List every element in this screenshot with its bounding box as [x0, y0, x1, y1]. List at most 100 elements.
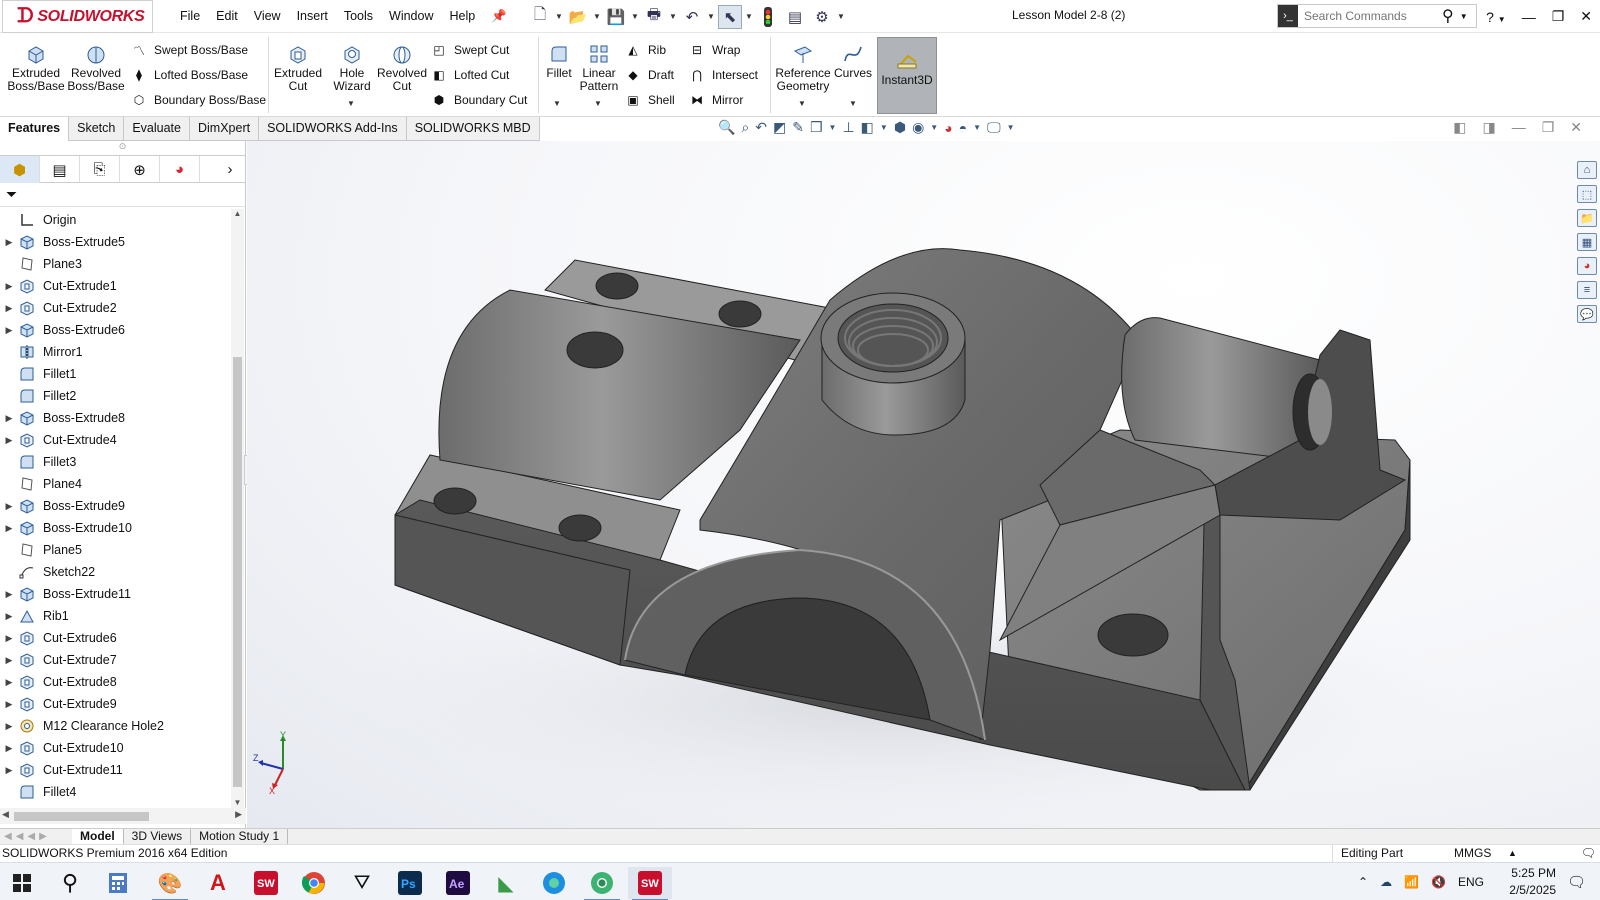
scroll-left-icon[interactable]: ◀: [2, 809, 9, 820]
tree-item[interactable]: Mirror1: [0, 341, 229, 363]
expand-arrow-icon[interactable]: ▶: [0, 721, 18, 732]
tree-item[interactable]: ▶ Boss-Extrude11: [0, 583, 229, 605]
dimxpertmanager-tab-icon[interactable]: ⊕: [120, 156, 160, 183]
filter-icon[interactable]: ⏷: [0, 183, 245, 207]
menu-insert[interactable]: Insert: [289, 0, 336, 33]
file-explorer-icon[interactable]: 📁: [1577, 209, 1597, 227]
expand-arrow-icon[interactable]: ▶: [0, 677, 18, 688]
tree-item[interactable]: ▶ Rib1: [0, 605, 229, 627]
undo-dropdown-icon[interactable]: ▼: [707, 12, 715, 21]
hole-wizard-dropdown-icon[interactable]: ▼: [347, 99, 355, 108]
configurationmanager-tab-icon[interactable]: ⎘: [80, 156, 120, 183]
search-icon[interactable]: ⚲: [1442, 6, 1454, 26]
view-orientation-icon[interactable]: ❒: [810, 119, 823, 136]
monitor-display-icon[interactable]: 🖵: [987, 119, 1001, 136]
tree-item[interactable]: Plane4: [0, 473, 229, 495]
expand-arrow-icon[interactable]: ▶: [0, 237, 18, 248]
select-dropdown-icon[interactable]: ▼: [745, 12, 753, 21]
minimize-icon[interactable]: —: [1522, 9, 1536, 25]
help-button[interactable]: ? ▼: [1486, 9, 1506, 25]
propertymanager-tab-icon[interactable]: ▤: [40, 156, 80, 183]
expand-arrow-icon[interactable]: ▶: [0, 523, 18, 534]
revolved-boss-button[interactable]: Revolved Boss/Base: [67, 43, 125, 93]
swept-cut-button[interactable]: ◰ Swept Cut: [430, 39, 509, 61]
edit-appearance-icon[interactable]: ◉: [912, 119, 924, 136]
solidworks-resources-icon[interactable]: ⌂: [1577, 161, 1597, 179]
menu-tools[interactable]: Tools: [336, 0, 381, 33]
tree-item[interactable]: Fillet2: [0, 385, 229, 407]
units-up-arrow-icon[interactable]: ▲: [1508, 845, 1517, 862]
expand-arrow-icon[interactable]: ▶: [0, 655, 18, 666]
design-library-icon[interactable]: ⬚: [1577, 185, 1597, 203]
scene-dropdown-icon[interactable]: ▼: [973, 123, 981, 132]
volume-muted-icon[interactable]: 🔇: [1431, 875, 1446, 889]
after-effects-icon[interactable]: Ae: [436, 867, 480, 899]
print-icon[interactable]: 🖶: [642, 5, 666, 29]
tab-sketch[interactable]: Sketch: [69, 117, 125, 141]
open-dropdown-icon[interactable]: ▼: [593, 12, 601, 21]
search-input[interactable]: [1298, 9, 1438, 23]
view-settings-icon[interactable]: ◓: [959, 120, 967, 136]
extruded-cut-button[interactable]: Extruded Cut: [272, 43, 324, 93]
tab-mbd[interactable]: SOLIDWORKS MBD: [406, 117, 540, 141]
swept-boss-button[interactable]: 〽 Swept Boss/Base: [130, 39, 248, 61]
solidworks-logo[interactable]: ᗪ SOLIDWORKS: [2, 0, 153, 33]
tab-addins[interactable]: SOLIDWORKS Add-Ins: [259, 117, 407, 141]
tree-item[interactable]: ▶ Cut-Extrude6: [0, 627, 229, 649]
expand-arrow-icon[interactable]: ▶: [0, 325, 18, 336]
help-dropdown-icon[interactable]: ▼: [1498, 15, 1506, 24]
notifications-icon[interactable]: 🗨: [1567, 873, 1586, 891]
pin-icon[interactable]: 📌: [483, 0, 515, 33]
more-tabs-chevron-icon[interactable]: ›: [215, 156, 245, 183]
display-dropdown-icon[interactable]: ▼: [1007, 123, 1015, 132]
panel-grip-icon[interactable]: ⊙: [0, 141, 245, 155]
section-view-icon[interactable]: ◩: [773, 119, 786, 136]
featuremanager-tab-icon[interactable]: ⬢: [0, 156, 40, 183]
wrap-button[interactable]: ⊟ Wrap: [688, 39, 740, 61]
tree-item[interactable]: Plane5: [0, 539, 229, 561]
display-style-axis-icon[interactable]: ⊥: [842, 119, 854, 136]
view-orientation-dropdown-icon[interactable]: ▼: [829, 123, 837, 132]
menu-view[interactable]: View: [246, 0, 289, 33]
select-pointer-icon[interactable]: ⬉: [718, 4, 742, 29]
fillet-button[interactable]: Fillet: [542, 43, 576, 80]
expand-arrow-icon[interactable]: ▶: [0, 589, 18, 600]
scroll-up-icon[interactable]: ▲: [231, 209, 244, 218]
tab-scroll-arrows-icon[interactable]: ◀◀◀▶: [0, 831, 72, 842]
tree-item[interactable]: ▶ Cut-Extrude1: [0, 275, 229, 297]
viewport-tile-left-icon[interactable]: ◧: [1453, 119, 1466, 136]
view-palette-icon[interactable]: ▦: [1577, 233, 1597, 251]
acrobat-icon[interactable]: A: [196, 867, 240, 899]
scroll-down-icon[interactable]: ▼: [231, 798, 244, 807]
expand-arrow-icon[interactable]: ▶: [0, 765, 18, 776]
undo-icon[interactable]: ↶: [680, 5, 704, 29]
viewport-tile-right-icon[interactable]: ◨: [1482, 119, 1495, 136]
expand-arrow-icon[interactable]: ▶: [0, 501, 18, 512]
menu-file[interactable]: File: [172, 0, 208, 33]
options-dropdown-icon[interactable]: ▼: [837, 12, 845, 21]
menu-window[interactable]: Window: [381, 0, 441, 33]
tree-item[interactable]: ▶ Cut-Extrude2: [0, 297, 229, 319]
tree-item[interactable]: Sketch22: [0, 561, 229, 583]
displaymanager-tab-icon[interactable]: ◕: [160, 156, 200, 183]
curves-dropdown-icon[interactable]: ▼: [849, 99, 857, 108]
tree-item[interactable]: ▶ M12 Clearance Hole2: [0, 715, 229, 737]
tree-item[interactable]: ▶ Cut-Extrude10: [0, 737, 229, 759]
tree-item[interactable]: ▶ Cut-Extrude11: [0, 759, 229, 781]
tree-horizontal-scrollbar[interactable]: ◀ ▶: [0, 808, 246, 824]
file-properties-icon[interactable]: ▤: [783, 5, 807, 29]
hide-show-items-icon[interactable]: ⬢: [894, 119, 906, 136]
tray-network-badge-icon[interactable]: ☁: [1380, 875, 1392, 889]
tree-vertical-scrollbar[interactable]: ▲ ▼: [231, 209, 244, 809]
viewport-minimize-icon[interactable]: —: [1512, 119, 1526, 136]
search-taskbar-icon[interactable]: ⚲: [48, 867, 92, 899]
zoom-to-fit-icon[interactable]: 🔍: [718, 119, 735, 136]
instant3d-button[interactable]: Instant3D: [877, 37, 937, 114]
close-icon[interactable]: ✕: [1580, 8, 1592, 25]
viewport-restore-icon[interactable]: ❐: [1542, 119, 1555, 136]
expand-arrow-icon[interactable]: ▶: [0, 435, 18, 446]
search-commands-box[interactable]: ›_ ⚲ ▼: [1277, 4, 1477, 28]
new-dropdown-icon[interactable]: ▼: [555, 12, 563, 21]
tab-features[interactable]: Features: [0, 117, 70, 141]
tray-chevron-icon[interactable]: ⌃: [1358, 875, 1368, 889]
